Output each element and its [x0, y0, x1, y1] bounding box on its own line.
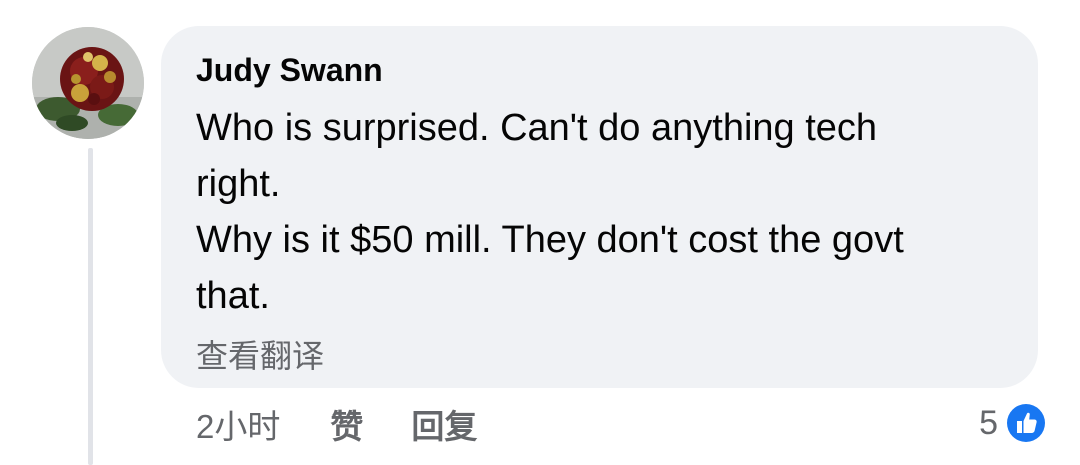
avatar-rose-image [32, 27, 144, 139]
comment-line: that. [196, 275, 270, 317]
comment-actions: 2小时 赞 回复 [196, 402, 477, 446]
comment-author[interactable]: Judy Swann [196, 50, 1004, 90]
thumbs-up-icon [1004, 401, 1048, 445]
thread-line [88, 148, 93, 465]
comment-bubble: Judy Swann Who is surprised. Can't do an… [161, 26, 1038, 388]
comment-line: Who is surprised. Can't do anything tech [196, 107, 878, 149]
comment-timestamp[interactable]: 2小时 [196, 400, 280, 448]
comment-line: right. [196, 163, 281, 205]
avatar[interactable] [32, 27, 144, 139]
like-button[interactable]: 赞 [330, 400, 363, 448]
see-translation-link[interactable]: 查看翻译 [196, 336, 1004, 376]
reply-button[interactable]: 回复 [411, 400, 477, 448]
comment-line: Why is it $50 mill. They don't cost the … [196, 219, 904, 261]
comment-container: Judy Swann Who is surprised. Can't do an… [0, 0, 1080, 465]
reaction-count: 5 [979, 403, 998, 442]
comment-text: Who is surprised. Can't do anything tech… [196, 100, 1004, 324]
reaction-summary[interactable]: 5 [979, 398, 1048, 448]
